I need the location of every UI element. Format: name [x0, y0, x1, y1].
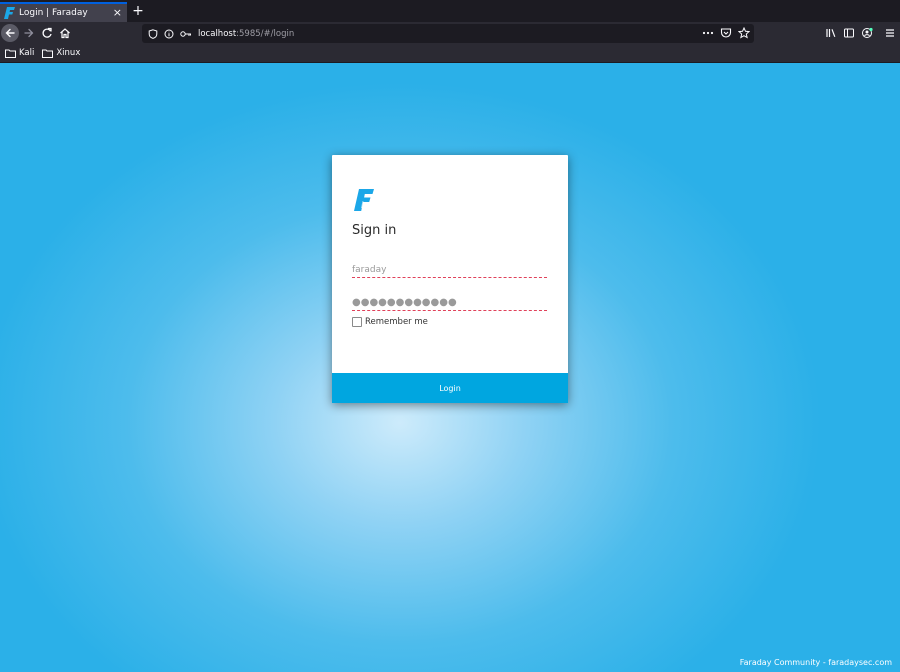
bookmark-star-icon[interactable] [738, 27, 750, 39]
sign-in-heading: Sign in [352, 223, 397, 238]
remember-me-row[interactable]: Remember me [352, 317, 428, 327]
shield-icon[interactable] [148, 28, 158, 39]
tab-strip: Login | Faraday × + [0, 0, 900, 22]
pocket-icon[interactable] [720, 27, 732, 39]
home-button[interactable] [56, 24, 74, 42]
faraday-logo-icon [354, 189, 374, 211]
info-icon[interactable] [164, 29, 174, 39]
remember-me-label: Remember me [365, 317, 428, 327]
footer-text[interactable]: Faraday Community - faradaysec.com [740, 658, 892, 667]
login-page: Sign in Remember me Login Faraday Commun… [0, 63, 900, 672]
forward-button[interactable] [20, 24, 38, 42]
key-icon[interactable] [180, 29, 192, 39]
arrow-right-icon [24, 28, 34, 38]
bookmark-folder-kali[interactable]: Kali [5, 48, 34, 58]
url-path: :5985/#/login [236, 28, 295, 39]
sidebar-icon [844, 28, 854, 38]
url-bar[interactable]: localhost:5985/#/login [142, 24, 754, 43]
bookmark-label: Xinux [56, 48, 81, 58]
navigation-toolbar: localhost:5985/#/login [0, 22, 900, 44]
more-actions-icon[interactable] [702, 27, 714, 39]
reload-button[interactable] [38, 24, 56, 42]
menu-button[interactable] [881, 24, 899, 42]
back-button[interactable] [1, 24, 19, 42]
home-icon [60, 28, 70, 39]
library-icon [826, 29, 836, 38]
account-icon [862, 27, 873, 38]
tab-title: Login | Faraday [19, 8, 88, 18]
url-host: localhost [198, 28, 237, 39]
new-tab-button[interactable]: + [131, 3, 145, 19]
arrow-left-icon [5, 28, 15, 38]
bookmarks-toolbar: Kali Xinux [0, 44, 900, 63]
library-button[interactable] [822, 24, 840, 42]
login-card: Sign in Remember me Login [332, 155, 568, 403]
url-bar-actions [702, 27, 750, 39]
account-button[interactable] [858, 24, 876, 42]
tab-login-faraday[interactable]: Login | Faraday × [0, 2, 127, 22]
remember-me-checkbox[interactable] [352, 317, 362, 327]
login-button[interactable]: Login [332, 373, 568, 403]
faraday-favicon-icon [4, 7, 15, 19]
sidebar-button[interactable] [840, 24, 858, 42]
folder-icon [42, 49, 54, 58]
close-tab-icon[interactable]: × [113, 6, 122, 20]
url-bar-site-info [148, 28, 192, 39]
folder-icon [5, 49, 16, 58]
bookmark-folder-xinux[interactable]: Xinux [42, 48, 80, 58]
bookmark-label: Kali [19, 48, 35, 58]
password-input[interactable] [352, 295, 547, 311]
username-input[interactable] [352, 262, 547, 278]
reload-icon [42, 27, 52, 38]
hamburger-menu-icon [886, 29, 894, 37]
